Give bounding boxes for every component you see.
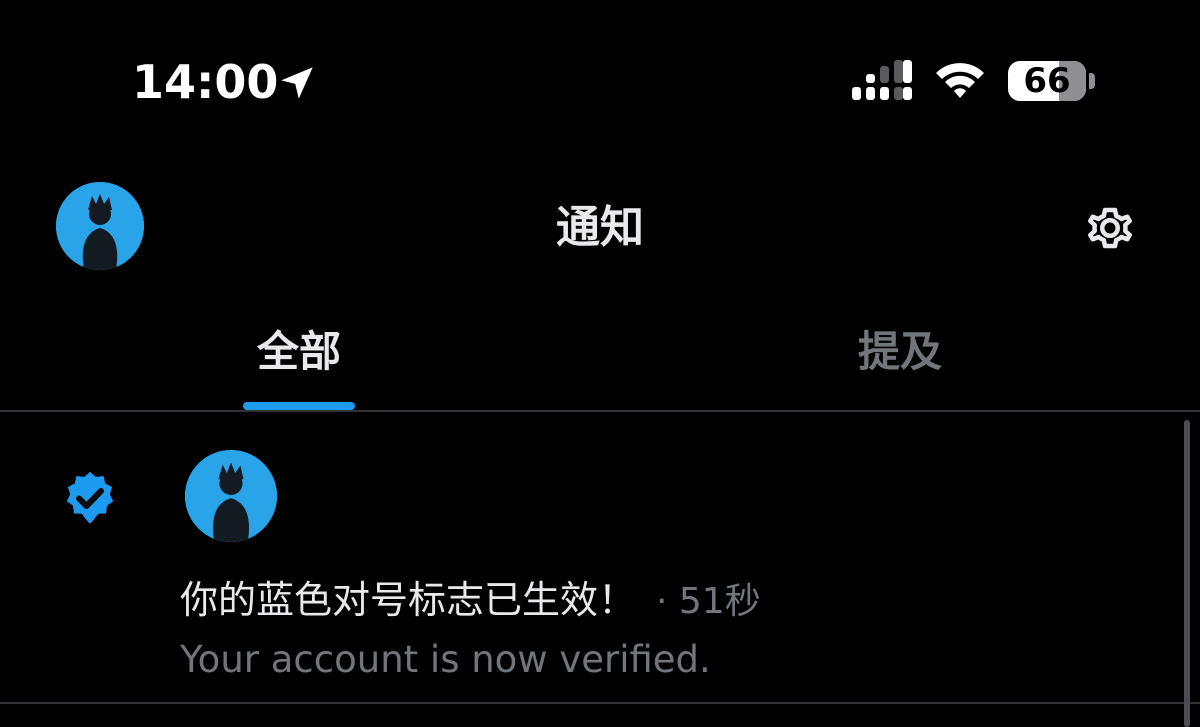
avatar-image bbox=[56, 182, 144, 270]
tabs-divider bbox=[0, 410, 1200, 412]
notification-divider bbox=[0, 702, 1200, 704]
profile-avatar[interactable] bbox=[56, 182, 144, 270]
notification-time: · 51秒 bbox=[656, 581, 761, 622]
scrollbar[interactable] bbox=[1184, 420, 1190, 727]
tab-mentions[interactable]: 提及 bbox=[800, 322, 1000, 382]
notification-subtitle: Your account is now verified. bbox=[180, 638, 711, 681]
notification-avatar[interactable] bbox=[185, 450, 277, 542]
wifi-icon bbox=[936, 63, 984, 98]
battery-nub bbox=[1089, 73, 1095, 89]
signal-bars-icon bbox=[852, 60, 912, 100]
location-arrow-icon bbox=[281, 67, 313, 99]
status-time: 14:00 bbox=[132, 55, 279, 109]
avatar-image bbox=[185, 450, 277, 542]
active-tab-indicator bbox=[243, 402, 355, 410]
battery-percentage: 66 bbox=[1023, 61, 1071, 101]
gear-icon[interactable] bbox=[1080, 198, 1140, 258]
notification-headline[interactable]: 你的蓝色对号标志已生效！ · 51秒 bbox=[180, 574, 761, 634]
notification-title: 你的蓝色对号标志已生效！ bbox=[180, 578, 637, 622]
page-title: 通知 bbox=[556, 202, 644, 253]
battery-icon: 66 bbox=[1008, 61, 1086, 101]
tab-all[interactable]: 全部 bbox=[199, 322, 399, 382]
verified-badge-icon bbox=[66, 471, 114, 524]
